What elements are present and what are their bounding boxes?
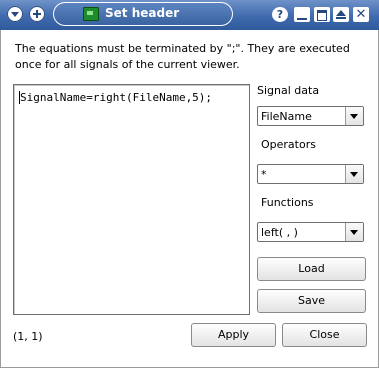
app-icon	[83, 7, 99, 21]
shade-icon[interactable]	[333, 7, 349, 22]
window-title: Set header	[105, 6, 180, 20]
load-button[interactable]: Load	[257, 257, 366, 281]
chevron-down-icon[interactable]	[345, 223, 363, 241]
help-icon[interactable]: ?	[272, 7, 288, 22]
signal-data-select[interactable]: FileName	[257, 106, 364, 126]
functions-value: left( , )	[261, 226, 298, 239]
equation-editor[interactable]: SignalName=right(FileName,5);	[13, 84, 250, 315]
signal-data-label: Signal data	[257, 84, 320, 97]
editor-content: SignalName=right(FileName,5);	[20, 91, 213, 104]
maximize-icon[interactable]	[314, 7, 330, 22]
title-bar[interactable]: Set header ? ✕	[0, 0, 379, 30]
minimize-icon[interactable]	[294, 7, 310, 22]
close-icon[interactable]: ✕	[353, 7, 369, 22]
functions-select[interactable]: left( , )	[257, 222, 364, 242]
operators-value: *	[261, 168, 267, 181]
dialog-body: The equations must be terminated by ";".…	[0, 30, 379, 368]
chevron-down-icon[interactable]	[345, 165, 363, 183]
add-icon[interactable]	[29, 6, 45, 22]
window-menu-icon[interactable]	[7, 6, 23, 22]
operators-label: Operators	[261, 138, 316, 151]
cursor-position: (1, 1)	[13, 330, 43, 343]
instructions-text: The equations must be terminated by ";".…	[15, 42, 350, 71]
save-button[interactable]: Save	[257, 289, 366, 313]
chevron-down-icon[interactable]	[345, 107, 363, 125]
operators-select[interactable]: *	[257, 164, 364, 184]
signal-data-value: FileName	[261, 110, 312, 123]
title-pill: Set header	[53, 2, 233, 26]
apply-button[interactable]: Apply	[191, 323, 276, 347]
functions-label: Functions	[261, 196, 314, 209]
close-button[interactable]: Close	[282, 323, 367, 347]
